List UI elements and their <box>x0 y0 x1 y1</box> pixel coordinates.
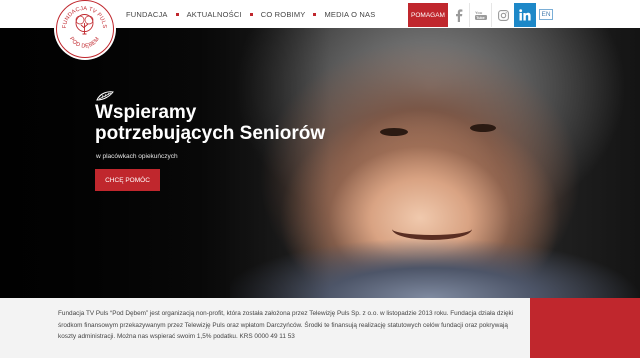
svg-text:You: You <box>475 10 483 15</box>
facebook-link[interactable] <box>448 3 470 27</box>
hero-photo-detail <box>380 128 408 136</box>
nav-separator <box>249 12 253 16</box>
oak-tree-logo-icon: FUNDACJA TV PULS POD DĘBEM <box>62 6 107 50</box>
hero-title-line: Wspieramy <box>95 102 197 123</box>
hero-photo-detail <box>392 218 472 240</box>
hero-overlay <box>0 28 330 298</box>
hero-photo-detail <box>470 124 496 132</box>
foundation-logo[interactable]: FUNDACJA TV PULS POD DĘBEM <box>56 0 114 58</box>
svg-text:POD DĘBEM: POD DĘBEM <box>68 36 101 49</box>
nav-item-fundacja[interactable]: FUNDACJA <box>126 10 168 19</box>
youtube-icon: You Tube <box>475 10 487 20</box>
about-text: Fundacja TV Puls “Pod Dębem” jest organi… <box>58 310 514 340</box>
nav-item-media-o-nas[interactable]: MEDIA O NAS <box>324 10 375 19</box>
youtube-link[interactable]: You Tube <box>470 3 492 27</box>
instagram-link[interactable] <box>492 3 514 27</box>
accent-block <box>530 298 640 358</box>
linkedin-link[interactable] <box>514 3 536 27</box>
hero-title-line: potrzebujących Seniorów <box>95 123 326 144</box>
hero-banner: Wspieramy potrzebujących Seniorów w plac… <box>0 28 640 298</box>
nav-item-co-robimy[interactable]: CO ROBIMY <box>261 10 306 19</box>
nav-separator <box>313 12 317 16</box>
help-button[interactable]: POMAGAM <box>408 3 448 27</box>
nav-item-aktualnosci[interactable]: AKTUALNOŚCI <box>187 10 242 19</box>
language-switch[interactable]: EN <box>539 9 553 20</box>
facebook-icon <box>456 8 463 22</box>
instagram-icon <box>497 9 509 21</box>
linkedin-icon <box>519 9 531 21</box>
svg-text:Tube: Tube <box>476 16 484 20</box>
main-nav: FUNDACJA AKTUALNOŚCI CO ROBIMY MEDIA O N… <box>126 0 375 28</box>
nav-separator <box>175 12 179 16</box>
hero-title: Wspieramy potrzebujących Seniorów <box>95 102 325 144</box>
help-cta-button[interactable]: CHCĘ POMÓC <box>95 169 160 191</box>
hero-subtitle: w placówkach opiekuńczych <box>96 153 178 160</box>
leaf-icon <box>96 91 114 101</box>
logo-text-bottom: POD DĘBEM <box>68 36 101 49</box>
